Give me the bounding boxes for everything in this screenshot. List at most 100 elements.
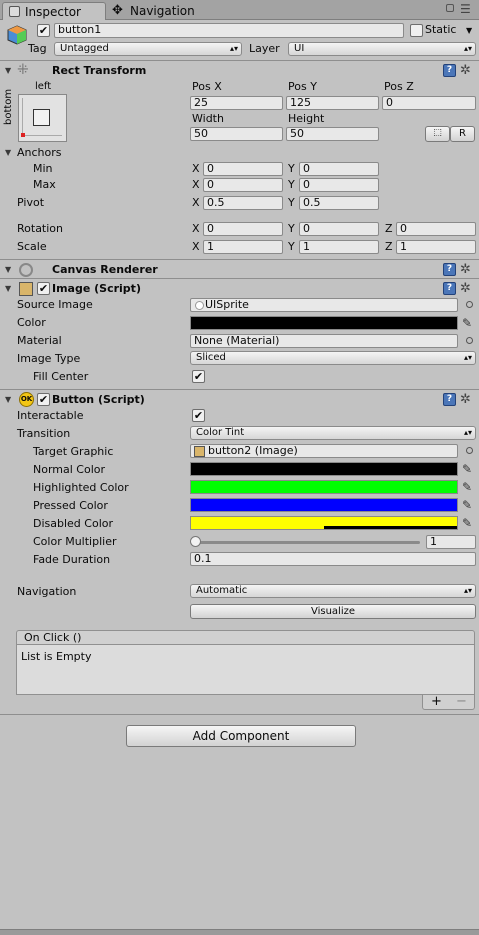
foldout-image[interactable]: ▼ [5, 282, 11, 296]
image-enabled-checkbox[interactable]: ✔ [37, 282, 50, 295]
height-field[interactable]: 50 [286, 127, 379, 141]
rot-x-field[interactable]: 0 [203, 222, 283, 236]
highlighted-color-label: Highlighted Color [33, 481, 129, 494]
object-picker-icon[interactable] [466, 337, 473, 344]
pressed-color-swatch[interactable] [190, 498, 458, 512]
pivot-x-label: X [192, 196, 200, 209]
anchor-presets-button[interactable] [18, 94, 67, 142]
material-field[interactable]: None (Material) [190, 334, 458, 348]
highlighted-color-swatch[interactable] [190, 480, 458, 494]
eyedropper-icon[interactable]: ✎ [462, 316, 472, 330]
navigation-label: Navigation [17, 585, 77, 598]
divider [0, 714, 479, 715]
object-picker-icon[interactable] [466, 301, 473, 308]
gear-icon[interactable]: ✲ [460, 282, 471, 295]
max-y-field[interactable]: 0 [299, 178, 379, 192]
menu-icon[interactable]: ☰ [460, 2, 471, 16]
min-x-field[interactable]: 0 [203, 162, 283, 176]
active-checkbox[interactable]: ✔ [37, 24, 50, 37]
rot-y-field[interactable]: 0 [299, 222, 379, 236]
gear-icon[interactable]: ✲ [460, 393, 471, 406]
divider [0, 60, 479, 61]
remove-event-button[interactable]: − [456, 695, 467, 709]
source-image-value: UISprite [205, 298, 249, 311]
min-y-field[interactable]: 0 [299, 162, 379, 176]
navigation-dropdown[interactable]: Automatic ▴▾ [190, 584, 476, 598]
button-component-icon: OK [19, 392, 34, 407]
tab-inspector[interactable]: Inspector [2, 2, 106, 20]
scale-x-field[interactable]: 1 [203, 240, 283, 254]
eyedropper-icon[interactable]: ✎ [462, 462, 472, 476]
fade-duration-field[interactable]: 0.1 [190, 552, 476, 566]
disabled-color-swatch[interactable] [190, 516, 458, 530]
source-image-field[interactable]: UISprite [190, 298, 458, 312]
color-swatch[interactable] [190, 316, 458, 330]
interactable-label: Interactable [17, 409, 84, 422]
layer-dropdown[interactable]: UI ▴▾ [288, 42, 476, 56]
button-enabled-checkbox[interactable]: ✔ [37, 393, 50, 406]
rot-z-label: Z [385, 222, 393, 235]
add-component-button[interactable]: Add Component [126, 725, 356, 747]
image-component-icon [19, 282, 33, 296]
help-icon[interactable]: ? [443, 263, 456, 276]
canvas-renderer-icon [19, 263, 33, 277]
scale-y-label: Y [288, 240, 295, 253]
anchor-dot [21, 133, 25, 137]
width-field[interactable]: 50 [190, 127, 283, 141]
posz-label: Pos Z [384, 80, 414, 93]
bottom-bar [0, 929, 479, 935]
help-icon[interactable]: ? [443, 393, 456, 406]
interactable-checkbox[interactable]: ✔ [192, 409, 205, 422]
color-multiplier-field[interactable]: 1 [426, 535, 476, 549]
color-multiplier-track[interactable] [196, 541, 420, 544]
eyedropper-icon[interactable]: ✎ [462, 516, 472, 530]
scale-z-field[interactable]: 1 [396, 240, 476, 254]
lock-icon[interactable] [446, 4, 454, 12]
static-dropdown-arrow[interactable]: ▼ [466, 26, 472, 35]
static-checkbox[interactable] [410, 24, 423, 37]
tab-navigation-label: Navigation [130, 4, 195, 18]
transition-dropdown[interactable]: Color Tint ▴▾ [190, 426, 476, 440]
foldout-canvas-renderer[interactable]: ▼ [5, 263, 11, 277]
image-type-dropdown[interactable]: Sliced ▴▾ [190, 351, 476, 365]
color-multiplier-thumb[interactable] [190, 536, 201, 547]
rot-z-field[interactable]: 0 [396, 222, 476, 236]
eyedropper-icon[interactable]: ✎ [462, 498, 472, 512]
anchor-line [22, 98, 23, 135]
source-image-label: Source Image [17, 298, 93, 311]
object-name-field[interactable]: button1 [54, 23, 404, 38]
min-y-label: Y [288, 162, 295, 175]
foldout-anchors[interactable]: ▼ [5, 146, 11, 160]
target-graphic-field[interactable]: button2 (Image) [190, 444, 458, 458]
pivot-label: Pivot [17, 196, 45, 209]
posx-field[interactable]: 25 [190, 96, 283, 110]
foldout-button[interactable]: ▼ [5, 393, 11, 407]
gear-icon[interactable]: ✲ [460, 263, 471, 276]
pivot-y-field[interactable]: 0.5 [299, 196, 379, 210]
rotation-label: Rotation [17, 222, 64, 235]
posy-field[interactable]: 125 [286, 96, 379, 110]
divider [0, 278, 479, 279]
object-picker-icon[interactable] [466, 447, 473, 454]
max-x-field[interactable]: 0 [203, 178, 283, 192]
normal-color-swatch[interactable] [190, 462, 458, 476]
help-icon[interactable]: ? [443, 64, 456, 77]
blueprint-mode-button[interactable]: ⬚ [425, 126, 450, 142]
visualize-button[interactable]: Visualize [190, 604, 476, 619]
fill-center-checkbox[interactable]: ✔ [192, 370, 205, 383]
disabled-color-label: Disabled Color [33, 517, 114, 530]
gear-icon[interactable]: ✲ [460, 64, 471, 77]
raw-edit-button[interactable]: R [450, 126, 475, 142]
help-icon[interactable]: ? [443, 282, 456, 295]
tag-dropdown[interactable]: Untagged ▴▾ [54, 42, 242, 56]
eyedropper-icon[interactable]: ✎ [462, 480, 472, 494]
foldout-rect-transform[interactable]: ▼ [5, 64, 11, 78]
add-event-button[interactable]: + [431, 695, 442, 709]
rot-x-label: X [192, 222, 200, 235]
tab-navigation[interactable]: ✥ Navigation [108, 2, 218, 20]
posz-field[interactable]: 0 [382, 96, 476, 110]
posy-label: Pos Y [288, 80, 317, 93]
scale-y-field[interactable]: 1 [299, 240, 379, 254]
pivot-x-field[interactable]: 0.5 [203, 196, 283, 210]
scale-x-label: X [192, 240, 200, 253]
